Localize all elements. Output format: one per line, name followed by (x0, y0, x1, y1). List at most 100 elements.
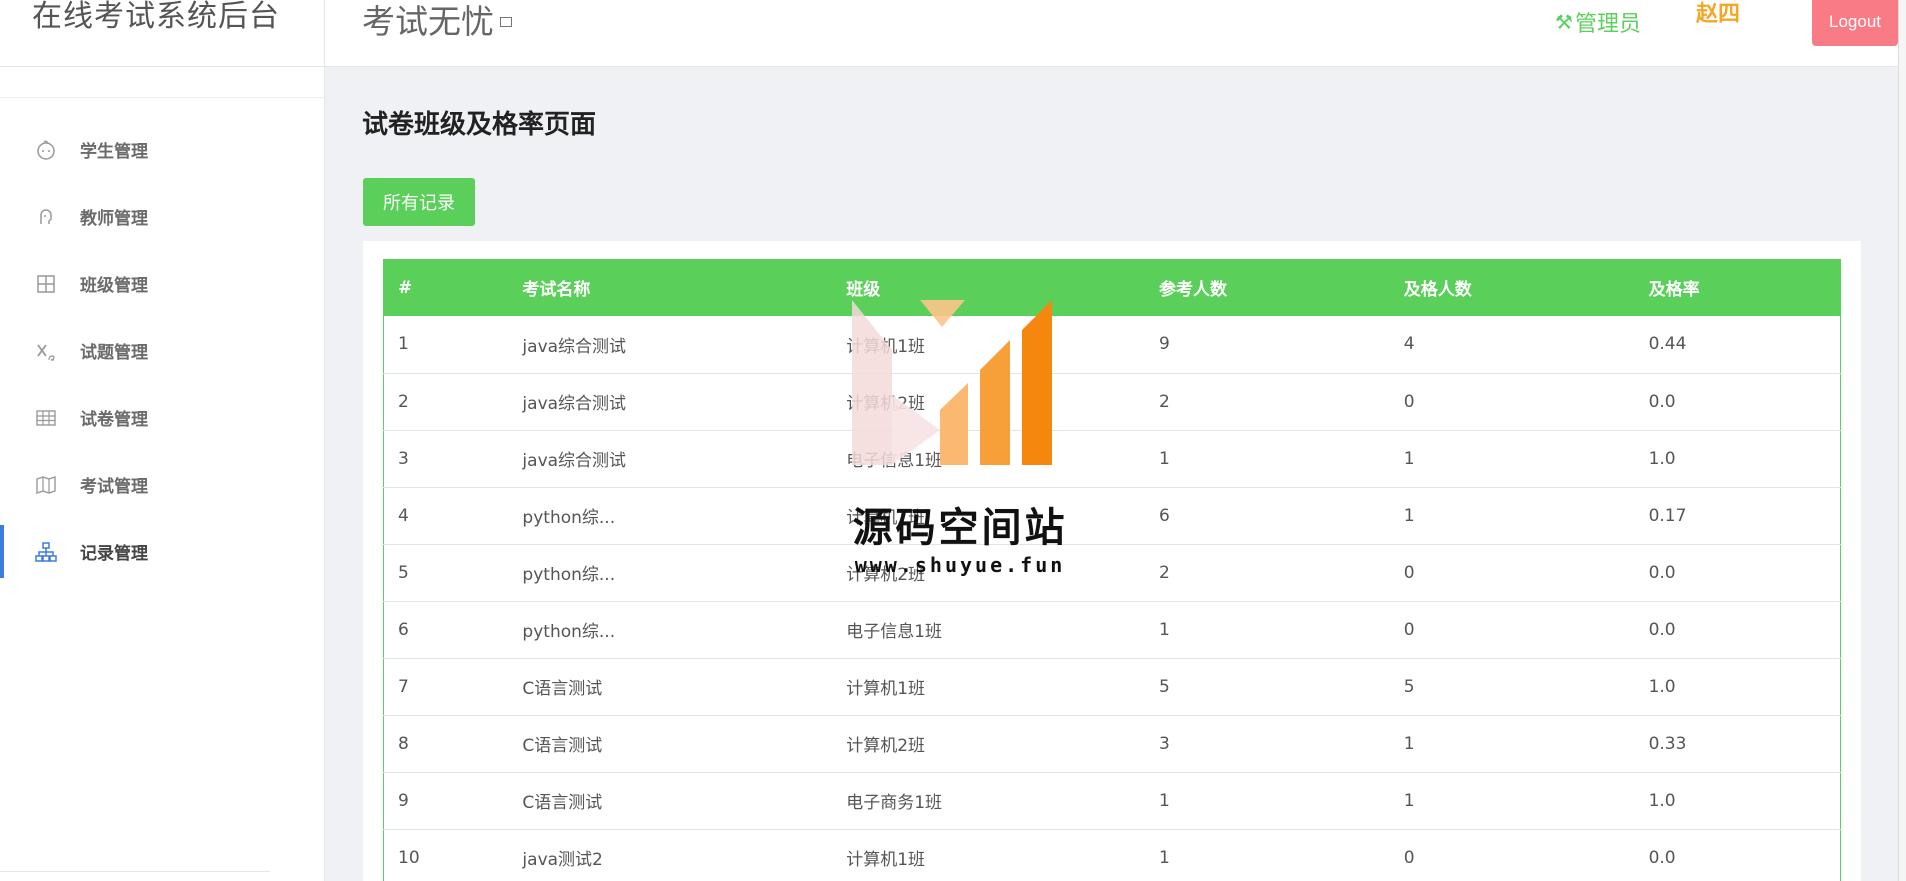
sidebar-item-papers[interactable]: 试卷管理 (0, 384, 324, 451)
map-icon (34, 473, 58, 497)
table-row: 1 java综合测试 计算机1班 9 4 0.44 (383, 316, 1841, 373)
table-row: 9 C语言测试 电子商务1班 1 1 1.0 (383, 772, 1841, 829)
app-title-text: 考试无忧 (362, 2, 494, 41)
cell-exam-name: C语言测试 (522, 793, 603, 813)
sidebar-item-label: 试卷管理 (80, 410, 148, 430)
cell-passed: 0 (1403, 391, 1415, 412)
cell-passed: 0 (1403, 619, 1415, 640)
app-title: 考试无忧 (362, 2, 512, 42)
table-row: 3 java综合测试 电子信息1班 1 1 1.0 (383, 430, 1841, 487)
role-label: 管理员 (1574, 12, 1641, 37)
cell-class: 计算机1班 (846, 336, 926, 357)
cell-index: 9 (398, 790, 409, 811)
table-row: 7 C语言测试 计算机1班 5 5 1.0 (383, 658, 1841, 715)
sidebar-item-questions[interactable]: 试题管理 (0, 317, 324, 384)
records-table: # 考试名称 班级 参考人数 及格人数 及格率 1 java综合测试 计算机1班… (383, 259, 1841, 881)
sidebar-item-classes[interactable]: 班级管理 (0, 250, 324, 317)
table-grid-icon (34, 406, 58, 430)
sidebar-nav: 学生管理 教师管理 班级管理 试题管理 试卷管理 考试管理 记录管理 (0, 98, 324, 585)
cell-passed: 5 (1403, 676, 1415, 697)
sidebar-item-label: 班级管理 (80, 276, 148, 296)
cell-passed: 1 (1403, 505, 1415, 526)
sidebar-item-label: 记录管理 (80, 544, 148, 564)
col-header-pass-rate: 及格率 (1648, 280, 1700, 300)
cell-index: 4 (398, 505, 409, 526)
cell-index: 1 (398, 334, 409, 355)
cell-exam-name: java综合测试 (522, 336, 627, 357)
cell-passed: 0 (1403, 847, 1415, 868)
gavel-icon: ⚒ (1555, 10, 1573, 34)
cell-participants: 9 (1158, 334, 1170, 355)
sidebar: 在线考试系统后台 学生管理 教师管理 班级管理 试题管理 试卷管理 考试管理 记… (0, 0, 325, 881)
cell-pass-rate: 0.0 (1648, 562, 1676, 583)
sidebar-footer (0, 871, 270, 881)
cell-class: 计算机1班 (846, 508, 926, 528)
cell-pass-rate: 1.0 (1648, 448, 1676, 469)
logout-button[interactable]: Logout (1812, 0, 1898, 46)
cell-index: 8 (398, 733, 409, 754)
cell-index: 2 (398, 391, 409, 412)
divider (0, 67, 324, 98)
cell-passed: 4 (1403, 334, 1415, 355)
sidebar-item-label: 教师管理 (80, 209, 148, 229)
subscript-x-icon (34, 339, 58, 363)
cell-passed: 1 (1403, 733, 1415, 754)
all-records-button[interactable]: 所有记录 (363, 178, 475, 226)
cell-class: 计算机1班 (846, 850, 926, 870)
cell-index: 7 (398, 676, 409, 697)
table-row: 8 C语言测试 计算机2班 3 1 0.33 (383, 715, 1841, 772)
cell-pass-rate: 0.17 (1648, 505, 1687, 526)
table-row: 6 python综... 电子信息1班 1 0 0.0 (383, 601, 1841, 658)
col-header-participants: 参考人数 (1158, 280, 1227, 300)
cell-exam-name: java综合测试 (522, 394, 627, 414)
cell-index: 10 (398, 847, 420, 868)
cell-exam-name: java综合测试 (522, 451, 627, 471)
sidebar-item-students[interactable]: 学生管理 (0, 116, 324, 183)
cell-pass-rate: 0.0 (1648, 619, 1676, 640)
admin-role-link[interactable]: ⚒ 管理员 (1555, 6, 1641, 38)
cell-participants: 1 (1158, 847, 1170, 868)
sidebar-item-label: 学生管理 (80, 142, 148, 162)
cell-class: 计算机2班 (846, 565, 926, 585)
cell-index: 6 (398, 619, 409, 640)
page-scrollbar[interactable] (1898, 0, 1906, 881)
sidebar-item-exams[interactable]: 考试管理 (0, 451, 324, 518)
cell-participants: 1 (1158, 619, 1170, 640)
cell-pass-rate: 1.0 (1648, 790, 1676, 811)
cell-participants: 5 (1158, 676, 1170, 697)
cell-exam-name: python综... (522, 508, 616, 528)
records-card: # 考试名称 班级 参考人数 及格人数 及格率 1 java综合测试 计算机1班… (363, 241, 1861, 881)
brand-title: 在线考试系统后台 (32, 0, 280, 34)
cell-participants: 1 (1158, 448, 1170, 469)
top-header: 考试无忧 ⚒ 管理员 赵四 Logout (325, 0, 1906, 67)
sidebar-item-records[interactable]: 记录管理 (0, 518, 324, 585)
cell-pass-rate: 0.44 (1648, 334, 1687, 355)
cell-participants: 1 (1158, 790, 1170, 811)
cell-passed: 1 (1403, 790, 1415, 811)
cell-exam-name: C语言测试 (522, 679, 603, 699)
table-row: 2 java综合测试 计算机2班 2 0 0.0 (383, 373, 1841, 430)
table-header-row: # 考试名称 班级 参考人数 及格人数 及格率 (383, 259, 1841, 316)
cell-passed: 1 (1403, 448, 1415, 469)
broken-image-icon (500, 16, 512, 27)
user-head-icon (34, 205, 58, 229)
cell-pass-rate: 0.33 (1648, 733, 1687, 754)
cell-participants: 3 (1158, 733, 1170, 754)
sidebar-item-label: 试题管理 (80, 343, 148, 363)
sidebar-item-teachers[interactable]: 教师管理 (0, 183, 324, 250)
col-header-index: # (398, 277, 413, 298)
col-header-class: 班级 (846, 280, 881, 300)
cell-participants: 2 (1158, 562, 1170, 583)
table-row: 5 python综... 计算机2班 2 0 0.0 (383, 544, 1841, 601)
col-header-exam-name: 考试名称 (522, 280, 591, 300)
cell-class: 计算机1班 (846, 679, 926, 699)
cell-passed: 0 (1403, 562, 1415, 583)
baby-face-icon (34, 138, 58, 162)
cell-exam-name: python综... (522, 622, 616, 642)
cell-class: 电子信息1班 (846, 622, 943, 642)
records-table-wrap: # 考试名称 班级 参考人数 及格人数 及格率 1 java综合测试 计算机1班… (383, 259, 1841, 881)
user-name[interactable]: 赵四 (1696, 0, 1740, 28)
layout-grid-icon (34, 272, 58, 296)
sitemap-icon (34, 540, 58, 564)
cell-index: 5 (398, 562, 409, 583)
